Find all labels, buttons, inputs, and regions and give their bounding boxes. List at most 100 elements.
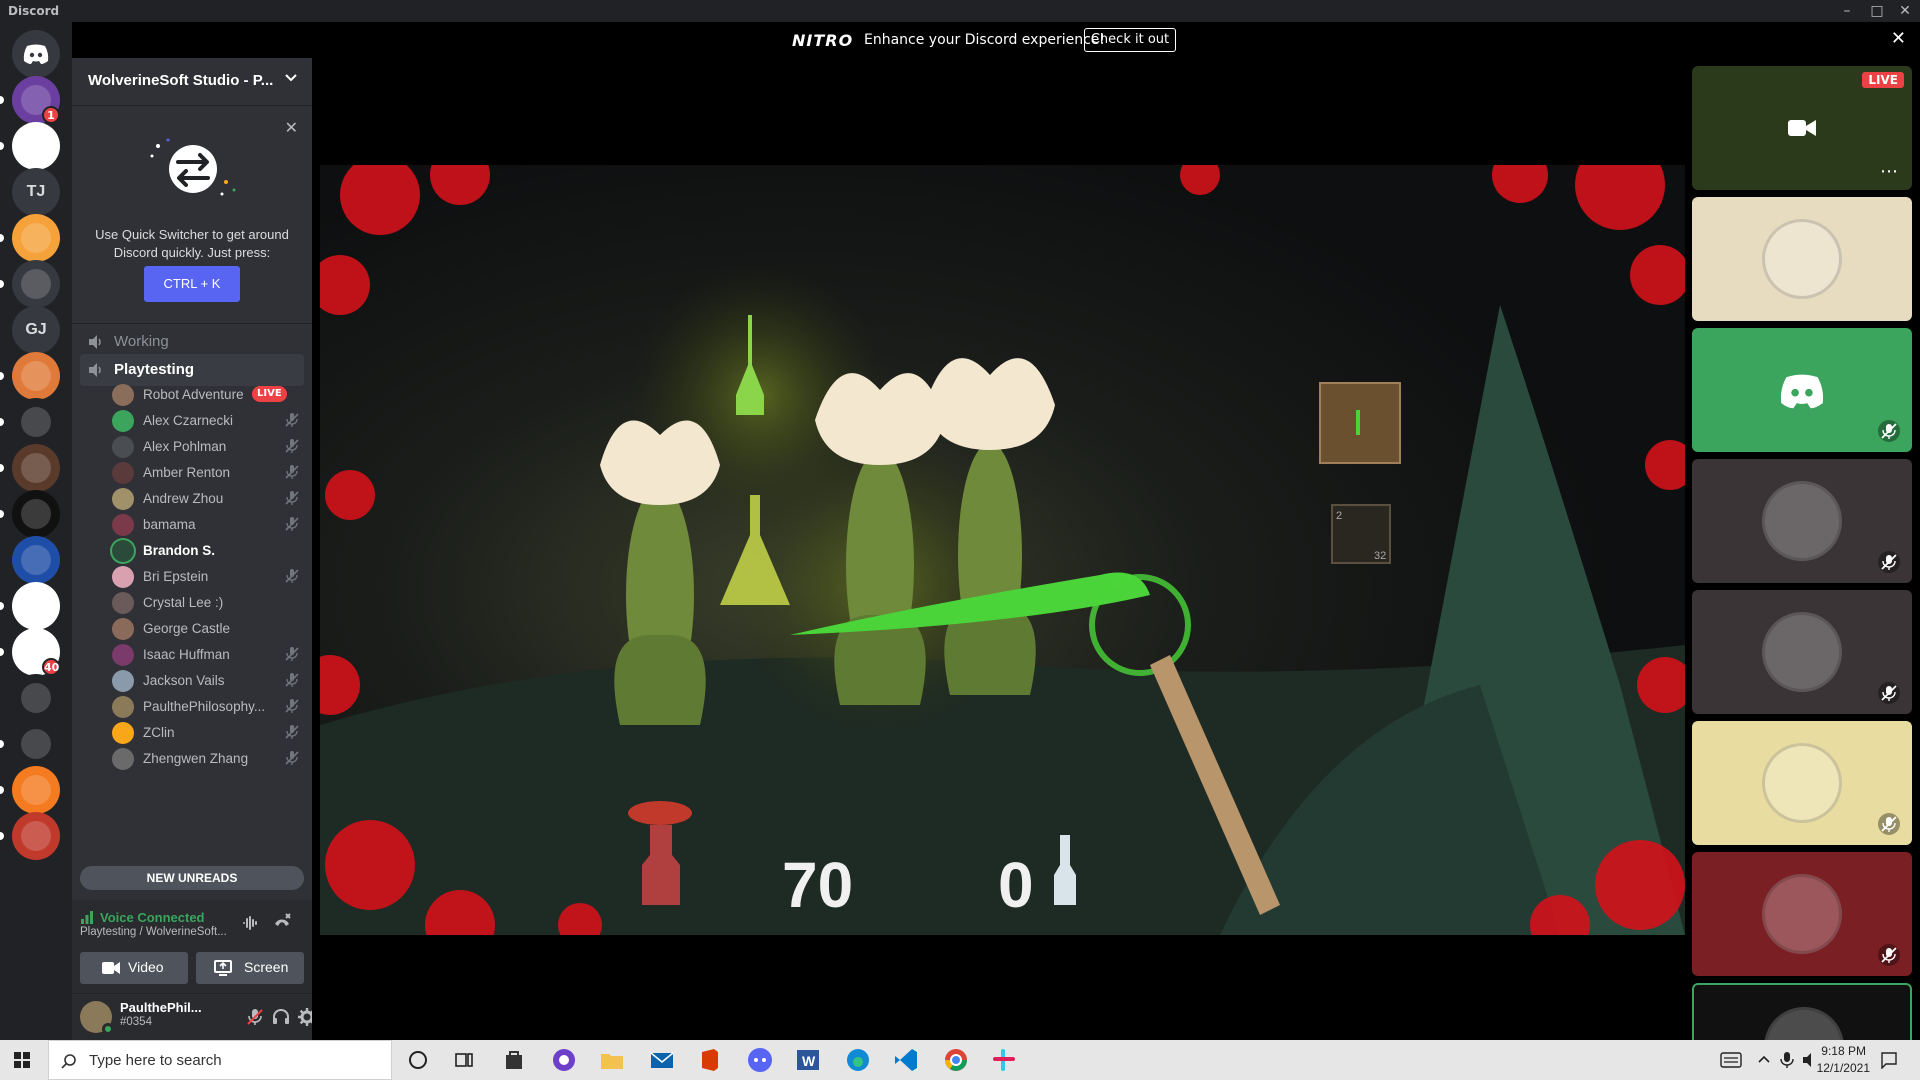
slack-icon[interactable] — [990, 1046, 1018, 1074]
server-icon[interactable]: GJ — [12, 306, 60, 354]
server-icon[interactable] — [12, 444, 60, 492]
windows-start-icon[interactable] — [14, 1052, 30, 1068]
server-icon[interactable] — [12, 812, 60, 860]
voice-member[interactable]: ZClin — [112, 720, 302, 746]
microphone-icon[interactable] — [1780, 1051, 1794, 1069]
server-image-icon — [21, 683, 51, 713]
more-options-icon[interactable]: ⋯ — [1880, 163, 1898, 181]
clock-date[interactable]: 12/1/2021 — [1817, 1061, 1870, 1075]
voice-member[interactable]: PaulthePhilosophy... — [112, 694, 302, 720]
user-tag: #0354 — [120, 1016, 152, 1028]
cortana-icon[interactable] — [404, 1046, 432, 1074]
voice-member[interactable]: Zhengwen Zhang — [112, 746, 302, 772]
avatar — [112, 618, 134, 640]
server-icon[interactable]: TJ — [12, 168, 60, 216]
voice-member[interactable]: Bri Epstein — [112, 564, 302, 590]
server-icon[interactable] — [12, 674, 60, 722]
server-icon[interactable] — [12, 536, 60, 584]
voice-member[interactable]: George Castle — [112, 616, 302, 642]
server-icon[interactable] — [12, 490, 60, 538]
voice-member[interactable]: Amber Renton — [112, 460, 302, 486]
headphones-icon[interactable] — [272, 1008, 290, 1026]
server-icon[interactable] — [12, 720, 60, 768]
server-icon[interactable] — [12, 122, 60, 170]
avatar[interactable] — [80, 1001, 114, 1035]
minimap-count-b: 32 — [1374, 550, 1386, 562]
voice-member[interactable]: Alex Pohlman — [112, 434, 302, 460]
member-name: Zhengwen Zhang — [143, 751, 249, 766]
unread-pill — [0, 464, 4, 472]
close-icon[interactable]: ✕ — [285, 118, 298, 137]
voice-member[interactable]: Alex Czarnecki — [112, 408, 302, 434]
mic-muted-icon[interactable] — [246, 1008, 264, 1026]
clock-time[interactable]: 9:18 PM — [1821, 1044, 1866, 1058]
participant-tile[interactable] — [1692, 328, 1912, 452]
channel-label: Playtesting — [114, 361, 195, 378]
disconnect-icon[interactable] — [272, 912, 292, 932]
discord-taskbar-icon[interactable] — [746, 1046, 774, 1074]
video-button[interactable]: Video — [80, 952, 188, 984]
word-icon[interactable]: W — [794, 1046, 822, 1074]
mail-icon[interactable] — [648, 1046, 676, 1074]
server-icon[interactable] — [12, 352, 60, 400]
new-unreads-button[interactable]: NEW UNREADS — [80, 866, 304, 890]
participant-tile[interactable] — [1692, 590, 1912, 714]
voice-member[interactable]: Jackson Vails — [112, 668, 302, 694]
nitro-cta-button[interactable]: Check it out — [1084, 28, 1176, 52]
participant-tile[interactable] — [1692, 459, 1912, 583]
user-name: PaulthePhil... — [120, 1000, 202, 1015]
noise-suppression-icon[interactable] — [242, 914, 260, 932]
server-icon[interactable] — [12, 398, 60, 446]
notification-center-icon[interactable] — [1880, 1051, 1898, 1069]
windows-taskbar: Type here to search W 9:18 PM 12/1/2021 — [0, 1040, 1920, 1080]
file-explorer-icon[interactable] — [598, 1046, 626, 1074]
edge-icon[interactable] — [844, 1046, 872, 1074]
speaker-icon — [88, 334, 104, 350]
mic-muted-icon — [284, 516, 300, 532]
participant-tile[interactable] — [1692, 721, 1912, 845]
server-icon[interactable] — [12, 766, 60, 814]
participant-tile[interactable] — [1692, 197, 1912, 321]
voice-member[interactable]: Crystal Lee :) — [112, 590, 302, 616]
taskbar-search-input[interactable]: Type here to search — [48, 1040, 392, 1080]
voice-channel-link[interactable]: Playtesting / WolverineSoft... — [80, 926, 227, 938]
voice-member[interactable]: Isaac Huffman — [112, 642, 302, 668]
server-icon[interactable] — [12, 582, 60, 630]
speaker-icon[interactable] — [1802, 1052, 1818, 1068]
server-header[interactable]: WolverineSoft Studio - P... — [72, 58, 312, 106]
github-desktop-icon[interactable] — [550, 1046, 578, 1074]
server-icon[interactable] — [12, 260, 60, 308]
search-icon — [61, 1054, 76, 1069]
stream-video[interactable]: 70 0 2 32 — [320, 165, 1685, 935]
unread-pill — [0, 96, 4, 104]
vscode-icon[interactable] — [892, 1046, 920, 1074]
quick-switcher-shortcut-button[interactable]: CTRL + K — [144, 266, 240, 302]
keyboard-icon[interactable] — [1720, 1052, 1742, 1068]
close-window-button[interactable]: ✕ — [1888, 0, 1920, 22]
minimize-button[interactable]: – — [1830, 0, 1864, 22]
mic-muted-icon — [284, 438, 300, 454]
server-icon[interactable] — [12, 214, 60, 262]
voice-member[interactable]: Robot Adventure LIVE — [112, 382, 302, 408]
minimap-count-a: 2 — [1336, 510, 1342, 522]
member-name: Bri Epstein — [143, 569, 209, 584]
stream-preview-tile[interactable]: LIVE ⋯ — [1692, 66, 1912, 190]
game-scene: 70 0 2 32 — [320, 165, 1685, 935]
stream-stage[interactable]: 70 0 2 32 — [312, 58, 1688, 1040]
home-button[interactable] — [12, 30, 60, 78]
avatar — [112, 644, 134, 666]
close-icon[interactable]: ✕ — [1891, 28, 1906, 49]
store-icon[interactable] — [500, 1046, 528, 1074]
chrome-icon[interactable] — [942, 1046, 970, 1074]
task-view-icon[interactable] — [450, 1046, 478, 1074]
screen-share-button[interactable]: Screen — [196, 952, 304, 984]
voice-member[interactable]: Andrew Zhou — [112, 486, 302, 512]
participant-tile[interactable] — [1692, 852, 1912, 976]
office-icon[interactable] — [696, 1046, 724, 1074]
chevron-up-icon[interactable] — [1758, 1054, 1770, 1066]
avatar — [112, 514, 134, 536]
unread-pill — [0, 832, 4, 840]
voice-member[interactable]: Brandon S. — [112, 538, 302, 564]
mention-badge: 40 — [42, 658, 60, 676]
voice-member[interactable]: bamama — [112, 512, 302, 538]
